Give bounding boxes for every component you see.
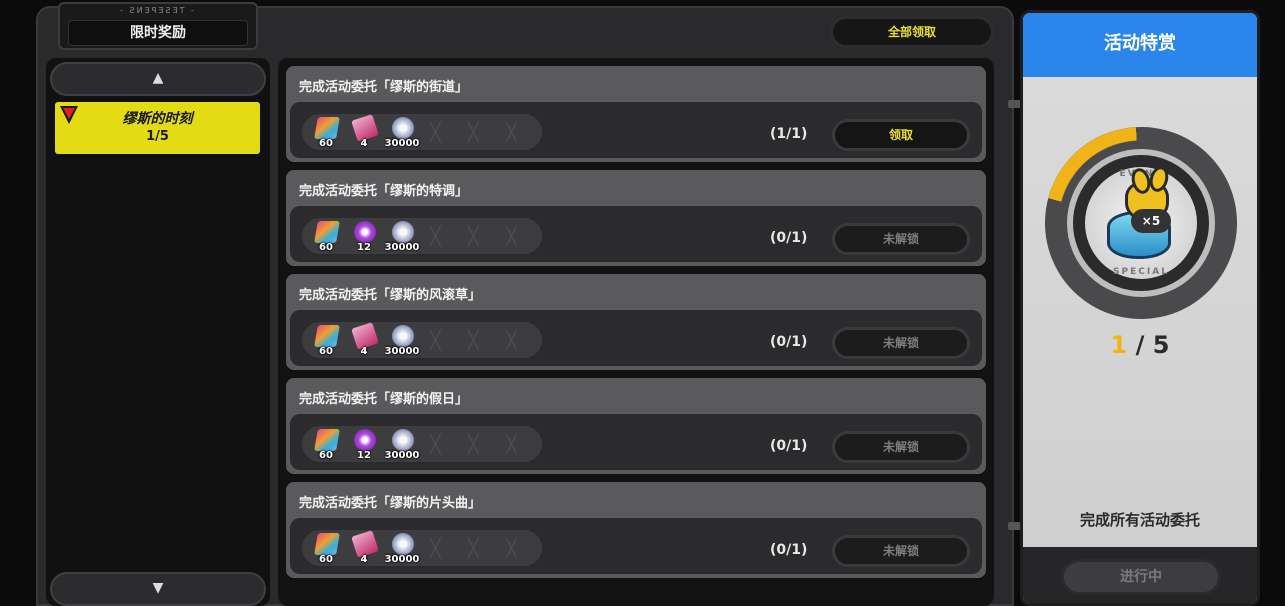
task-progress: (0/1) bbox=[770, 334, 808, 350]
empty-slot-icon: ╳ bbox=[468, 226, 479, 247]
ticket-icon bbox=[314, 533, 340, 555]
reward-quantity: 60 bbox=[319, 346, 333, 357]
task-progress: (0/1) bbox=[770, 230, 808, 246]
reward-item[interactable]: 12 bbox=[346, 429, 382, 463]
reward-item[interactable]: 4 bbox=[346, 114, 382, 151]
title-tab: - ƧИƎꟼƎƧƎƬ - 限时奖励 bbox=[58, 2, 258, 50]
reward-item[interactable]: 12 bbox=[346, 221, 382, 255]
reward-quantity: 4 bbox=[360, 554, 368, 565]
coin-icon bbox=[392, 429, 414, 451]
reward-item[interactable]: 60 bbox=[308, 117, 344, 151]
reward-multiplier: ×5 bbox=[1131, 209, 1171, 233]
ticket-icon bbox=[314, 117, 340, 139]
reward-item[interactable]: 30000 bbox=[384, 533, 420, 567]
ticket-icon bbox=[314, 221, 340, 243]
coin-icon bbox=[392, 117, 414, 139]
reward-item[interactable]: 30000 bbox=[384, 221, 420, 255]
task-title: 完成活动委托「缪斯的街道」 bbox=[299, 80, 469, 95]
ticket-icon bbox=[314, 429, 340, 451]
coin-icon bbox=[392, 325, 414, 347]
empty-slot-icon: ╳ bbox=[506, 226, 517, 247]
scroll-down-button[interactable]: ▼ bbox=[50, 572, 266, 606]
chevron-down-icon: ▼ bbox=[152, 580, 164, 596]
reward-quantity: 30000 bbox=[384, 346, 420, 357]
reward-quantity: 60 bbox=[319, 554, 333, 565]
empty-slot-icon: ╳ bbox=[506, 330, 517, 351]
empty-slot-icon: ╳ bbox=[430, 538, 441, 559]
gear-icon bbox=[354, 429, 376, 451]
sidebar-item-count: 1/5 bbox=[146, 129, 169, 144]
reward-quantity: 60 bbox=[319, 138, 333, 149]
chevron-up-icon: ▲ bbox=[152, 70, 164, 86]
reward-quantity: 30000 bbox=[384, 242, 420, 253]
empty-slot-icon: ╳ bbox=[506, 122, 517, 143]
reward-quantity: 60 bbox=[319, 242, 333, 253]
special-reward-panel: 活动特赏 EVENT SPECIAL ×5 1 / 5 完成所有活动委托 进行中 bbox=[1020, 10, 1260, 606]
reward-list: 60 4 30000 ╳ ╳ ╳ bbox=[302, 322, 542, 358]
locked-button[interactable]: 未解锁 bbox=[832, 431, 970, 463]
status-button[interactable]: 进行中 bbox=[1061, 559, 1221, 595]
reward-list: 60 4 30000 ╳ ╳ ╳ bbox=[302, 530, 542, 566]
locked-button[interactable]: 未解锁 bbox=[832, 535, 970, 567]
empty-slot-icon: ╳ bbox=[468, 330, 479, 351]
empty-slot-icon: ╳ bbox=[468, 434, 479, 455]
reward-quantity: 60 bbox=[319, 450, 333, 461]
reward-item[interactable]: 60 bbox=[308, 325, 344, 359]
reward-quantity: 30000 bbox=[384, 450, 420, 461]
task-progress: (1/1) bbox=[770, 126, 808, 142]
task-title: 完成活动委托「缪斯的片头曲」 bbox=[299, 496, 482, 511]
reward-quantity: 30000 bbox=[384, 138, 420, 149]
locked-button[interactable]: 未解锁 bbox=[832, 327, 970, 359]
reward-list: 60 4 30000 ╳ ╳ ╳ bbox=[302, 114, 542, 150]
sidebar-item-muse-moment[interactable]: 缪斯的时刻 1/5 bbox=[55, 102, 260, 154]
reward-quantity: 12 bbox=[357, 450, 371, 461]
progress-current: 1 bbox=[1110, 331, 1128, 359]
locked-button[interactable]: 未解锁 bbox=[832, 223, 970, 255]
reward-item[interactable]: 60 bbox=[308, 533, 344, 567]
special-reward-title: 活动特赏 bbox=[1023, 13, 1257, 77]
reward-item[interactable]: 30000 bbox=[384, 325, 420, 359]
task-title: 完成活动委托「缪斯的风滚草」 bbox=[299, 288, 482, 303]
empty-slot-icon: ╳ bbox=[430, 226, 441, 247]
special-footer: 进行中 bbox=[1023, 547, 1257, 603]
reward-item[interactable]: 4 bbox=[346, 322, 382, 359]
empty-slot-icon: ╳ bbox=[430, 434, 441, 455]
page-title: 限时奖励 bbox=[68, 20, 248, 46]
empty-slot-icon: ╳ bbox=[468, 122, 479, 143]
reward-list: 60 12 30000 ╳ ╳ ╳ bbox=[302, 426, 542, 462]
ticket-icon bbox=[314, 325, 340, 347]
reward-item[interactable]: 60 bbox=[308, 221, 344, 255]
coin-icon bbox=[392, 221, 414, 243]
reward-quantity: 12 bbox=[357, 242, 371, 253]
task-progress: (0/1) bbox=[770, 438, 808, 454]
reward-item[interactable]: 60 bbox=[308, 429, 344, 463]
title-subtitle: - ƧИƎꟼƎƧƎƬ - bbox=[120, 6, 196, 15]
claim-all-button[interactable]: 全部领取 bbox=[830, 16, 994, 48]
empty-slot-icon: ╳ bbox=[430, 330, 441, 351]
empty-slot-icon: ╳ bbox=[468, 538, 479, 559]
empty-slot-icon: ╳ bbox=[506, 434, 517, 455]
empty-slot-icon: ╳ bbox=[430, 122, 441, 143]
special-progress: 1 / 5 bbox=[1023, 331, 1257, 359]
progress-total: / 5 bbox=[1127, 331, 1170, 359]
reward-item[interactable]: 4 bbox=[346, 530, 382, 567]
gear-icon bbox=[354, 221, 376, 243]
reward-list: 60 12 30000 ╳ ╳ ╳ bbox=[302, 218, 542, 254]
reward-item[interactable]: 30000 bbox=[384, 429, 420, 463]
coin-icon bbox=[392, 533, 414, 555]
special-description: 完成所有活动委托 bbox=[1079, 511, 1200, 529]
sidebar-item-label: 缪斯的时刻 bbox=[122, 111, 193, 127]
task-title: 完成活动委托「缪斯的假日」 bbox=[299, 392, 469, 407]
reward-badge[interactable]: EVENT SPECIAL ×5 bbox=[1023, 105, 1257, 341]
reward-item[interactable]: 30000 bbox=[384, 117, 420, 151]
scroll-up-button[interactable]: ▲ bbox=[50, 62, 266, 96]
task-progress: (0/1) bbox=[770, 542, 808, 558]
claim-button[interactable]: 领取 bbox=[832, 119, 970, 151]
reward-quantity: 30000 bbox=[384, 554, 420, 565]
reward-quantity: 4 bbox=[360, 138, 368, 149]
badge-text-special: SPECIAL bbox=[1113, 267, 1169, 277]
task-title: 完成活动委托「缪斯的特调」 bbox=[299, 184, 469, 199]
empty-slot-icon: ╳ bbox=[506, 538, 517, 559]
reward-quantity: 4 bbox=[360, 346, 368, 357]
